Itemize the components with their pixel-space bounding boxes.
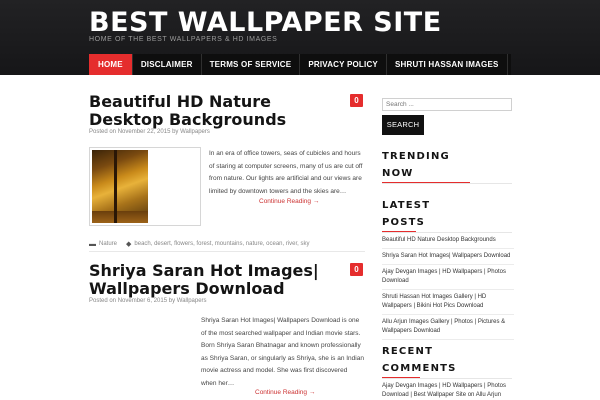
list-item[interactable]: Allu Arjun Images Gallery | Photos | Pic…	[382, 315, 514, 340]
autumn-forest-image	[92, 150, 148, 223]
post-excerpt: Shriya Saran Hot Images| Wallpapers Down…	[201, 317, 364, 387]
read-more-link[interactable]: Continue Reading →	[259, 198, 319, 205]
nav-item-privacy[interactable]: PRIVACY POLICY	[300, 54, 387, 75]
site-header: BEST WALLPAPER SITE HOME OF THE BEST WAL…	[0, 0, 600, 75]
recent-comments-list: Ajay Devgan Images | HD Wallpapers | Pho…	[382, 379, 514, 400]
search-input[interactable]	[382, 98, 512, 111]
post-title[interactable]: Shriya Saran Hot Images| Wallpapers Down…	[89, 262, 339, 298]
post-excerpt: In an era of office towers, seas of cubi…	[209, 150, 363, 195]
nav-item-terms[interactable]: TERMS OF SERVICE	[202, 54, 301, 75]
widget-title-trending: TRENDING NOW	[382, 148, 450, 182]
meta-by: by	[172, 129, 179, 135]
meta-prefix: Posted on	[89, 298, 117, 304]
comment-count-badge[interactable]: 0	[350, 94, 363, 107]
list-item[interactable]: Shriya Saran Hot Images| Wallpapers Down…	[382, 249, 514, 265]
folder-icon: ▬	[89, 240, 96, 248]
list-item[interactable]: Ajay Devgan Images | HD Wallpapers | Pho…	[382, 379, 514, 400]
post-thumbnail[interactable]	[89, 147, 201, 226]
read-more-link[interactable]: Continue Reading →	[255, 389, 315, 396]
widget-rule	[382, 183, 512, 184]
search-button[interactable]: SEARCH	[382, 115, 424, 135]
latest-posts-list: Beautiful HD Nature Desktop Backgrounds …	[382, 233, 514, 340]
post-category[interactable]: Nature	[99, 241, 117, 247]
meta-prefix: Posted on	[89, 129, 117, 135]
post-date[interactable]: November 22, 2015	[118, 129, 171, 135]
main-nav: HOME DISCLAIMER TERMS OF SERVICE PRIVACY…	[89, 54, 511, 75]
post-footer: ▬ Nature ◆ beach, desert, flowers, fores…	[89, 240, 365, 249]
post-author[interactable]: Wallpapers	[177, 298, 207, 304]
list-item[interactable]: Ajay Devgan Images | HD Wallpapers | Pho…	[382, 265, 514, 290]
list-item[interactable]: Beautiful HD Nature Desktop Backgrounds	[382, 233, 514, 249]
widget-title-line: TRENDING	[382, 151, 450, 162]
widget-title-recent-comments: RECENT COMMENTS	[382, 343, 457, 377]
widget-title-line: RECENT	[382, 346, 434, 357]
post-meta: Posted on November 22, 2015 by Wallpaper…	[89, 129, 210, 135]
site-tagline: HOME OF THE BEST WALLPAPERS & HD IMAGES	[89, 36, 278, 43]
tag-icon: ◆	[126, 241, 132, 248]
widget-title-line: NOW	[382, 168, 414, 179]
post-title[interactable]: Beautiful HD Nature Desktop Backgrounds	[89, 93, 339, 129]
widget-title-line: LATEST	[382, 200, 431, 211]
post-author[interactable]: Wallpapers	[180, 129, 210, 135]
nav-item-home[interactable]: HOME	[89, 54, 133, 75]
meta-by: by	[168, 298, 176, 304]
list-item[interactable]: Shruti Hassan Hot Images Gallery | HD Wa…	[382, 290, 514, 315]
comment-count-badge[interactable]: 0	[350, 263, 363, 276]
post-meta: Posted on November 6, 2015 by Wallpapers	[89, 298, 207, 304]
site-title[interactable]: BEST WALLPAPER SITE	[89, 7, 442, 38]
nav-item-disclaimer[interactable]: DISCLAIMER	[133, 54, 202, 75]
post-tags[interactable]: beach, desert, flowers, forest, mountain…	[134, 241, 309, 247]
widget-title-line: COMMENTS	[382, 363, 457, 374]
post-divider	[89, 251, 365, 252]
post-date[interactable]: November 6, 2015	[118, 298, 167, 304]
widget-title-line: POSTS	[382, 217, 426, 228]
widget-title-latest: LATEST POSTS	[382, 197, 430, 231]
nav-item-shruti[interactable]: SHRUTI HASSAN IMAGES	[387, 54, 508, 75]
